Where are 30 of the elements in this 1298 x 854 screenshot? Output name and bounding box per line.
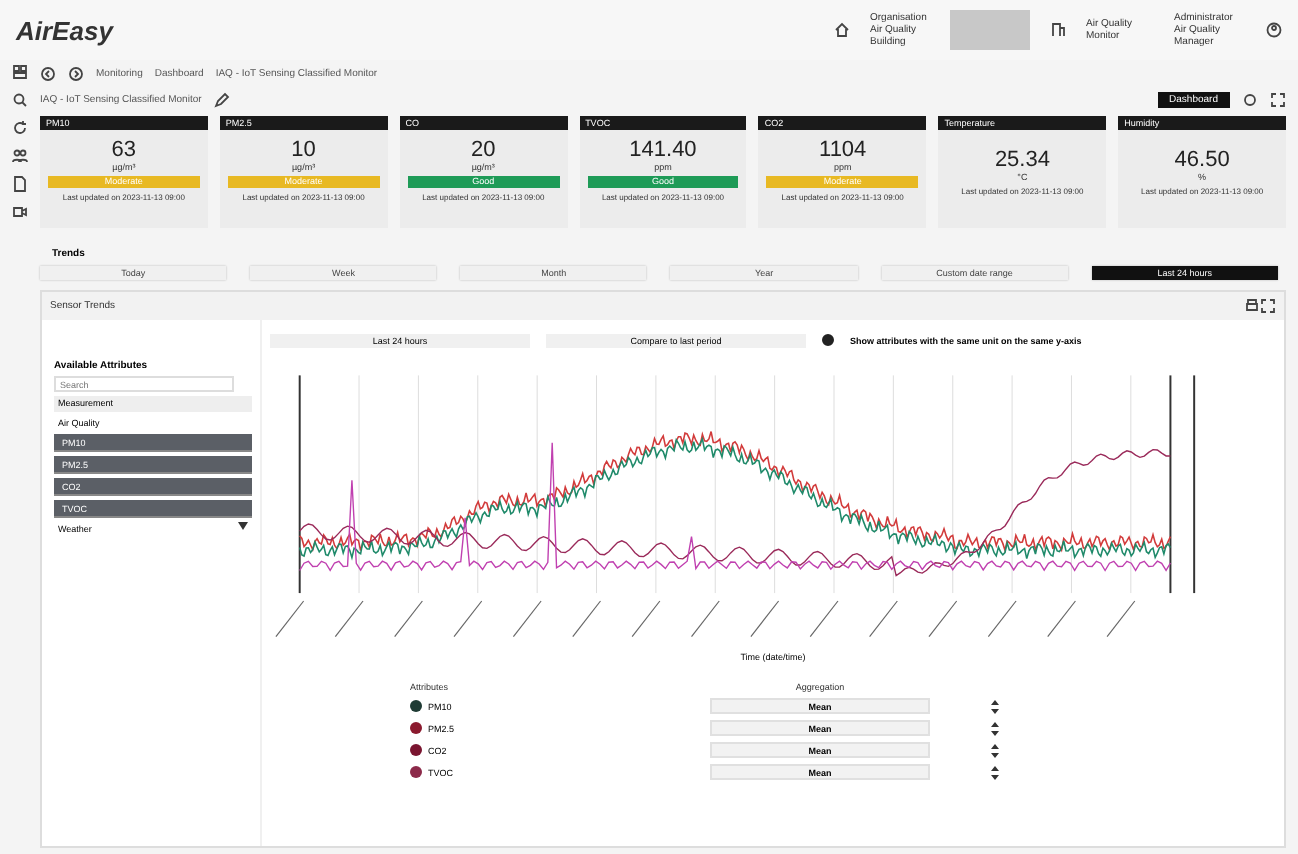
forward-icon[interactable] xyxy=(68,65,84,81)
metric-value: 141.40 xyxy=(629,138,697,162)
metric-value: 10 xyxy=(291,138,316,162)
logo: AirEasy xyxy=(16,15,116,45)
metric-value: 20 xyxy=(471,138,496,162)
sort-icon[interactable] xyxy=(990,721,1000,735)
back-icon[interactable] xyxy=(40,65,56,81)
building-icon[interactable] xyxy=(1050,22,1066,38)
refresh-icon[interactable] xyxy=(12,120,28,136)
fullscreen-icon[interactable] xyxy=(1260,298,1276,314)
search-icon[interactable] xyxy=(12,92,28,108)
dashboard-icon[interactable] xyxy=(12,64,28,80)
metric-value: 46.50 xyxy=(1174,148,1230,172)
metric-value: 1104 xyxy=(819,138,867,162)
video-icon[interactable] xyxy=(12,204,28,220)
print-icon[interactable] xyxy=(1244,298,1260,314)
user-avatar-icon[interactable] xyxy=(1266,22,1282,38)
sort-icon[interactable] xyxy=(990,699,1000,713)
site-image xyxy=(950,10,1030,50)
metric-value: 63 xyxy=(111,138,137,162)
edit-icon[interactable] xyxy=(213,91,230,107)
fullscreen-icon[interactable] xyxy=(1270,91,1286,107)
sort-icon[interactable] xyxy=(990,765,1000,779)
home-icon[interactable] xyxy=(834,22,850,38)
sort-icon[interactable] xyxy=(990,743,1000,757)
document-icon[interactable] xyxy=(12,176,28,192)
metric-value: 25.34 xyxy=(994,148,1050,172)
caret-icon[interactable] xyxy=(238,522,248,530)
same-axis-radio[interactable] xyxy=(822,334,834,346)
users-icon[interactable] xyxy=(12,148,28,164)
